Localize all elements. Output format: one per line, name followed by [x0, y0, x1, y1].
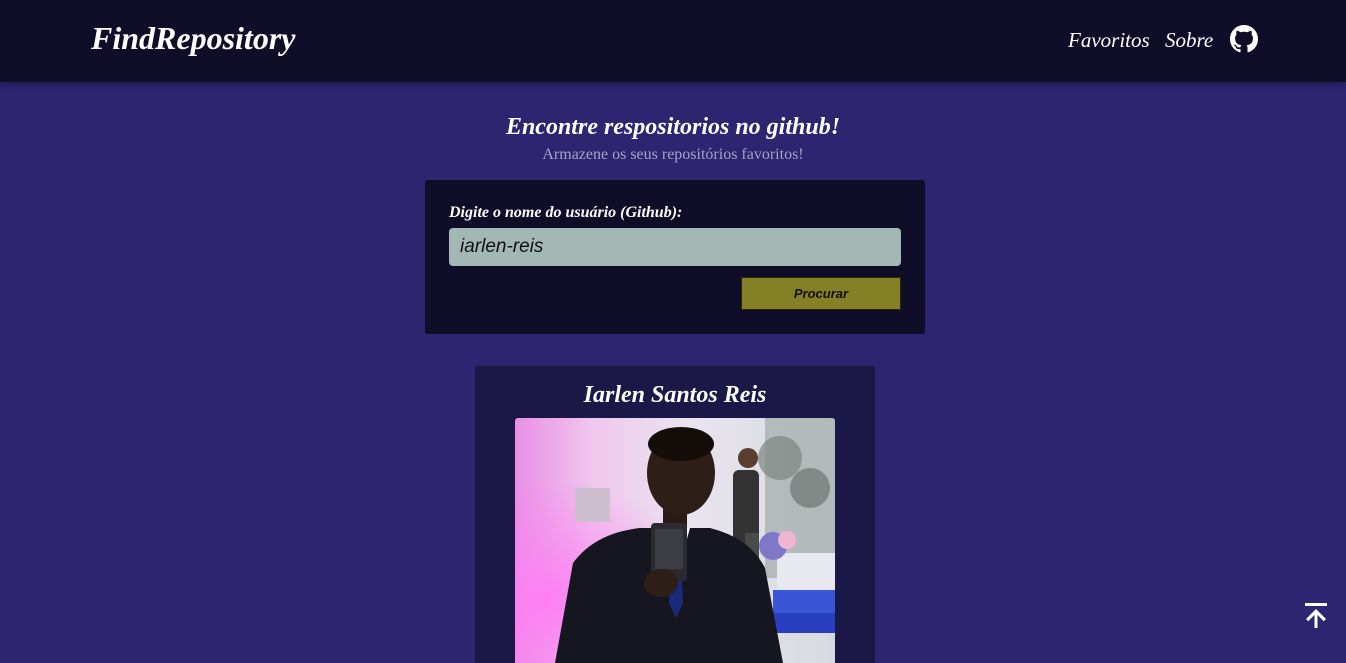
search-card: Digite o nome do usuário (Github): Procu… — [425, 180, 925, 334]
username-search-input[interactable] — [449, 228, 901, 266]
page-title: Encontre respositorios no github! — [505, 114, 841, 140]
page-subtitle: Armazene os seus repositórios favoritos! — [542, 146, 804, 163]
profile-card: Iarlen Santos Reis — [475, 366, 875, 663]
brand-logo[interactable]: FindRepository — [91, 20, 295, 57]
navbar: FindRepository Favoritos Sobre — [0, 0, 1346, 82]
github-icon[interactable] — [1230, 25, 1258, 53]
nav-about-link[interactable]: Sobre — [1165, 28, 1213, 53]
user-avatar-photo — [515, 418, 835, 663]
arrow-up-to-top-icon[interactable] — [1303, 601, 1329, 629]
search-button[interactable]: Procurar — [741, 277, 901, 310]
search-label: Digite o nome do usuário (Github): — [449, 204, 683, 221]
profile-name: Iarlen Santos Reis — [583, 382, 767, 408]
nav-favorites-link[interactable]: Favoritos — [1068, 28, 1150, 53]
